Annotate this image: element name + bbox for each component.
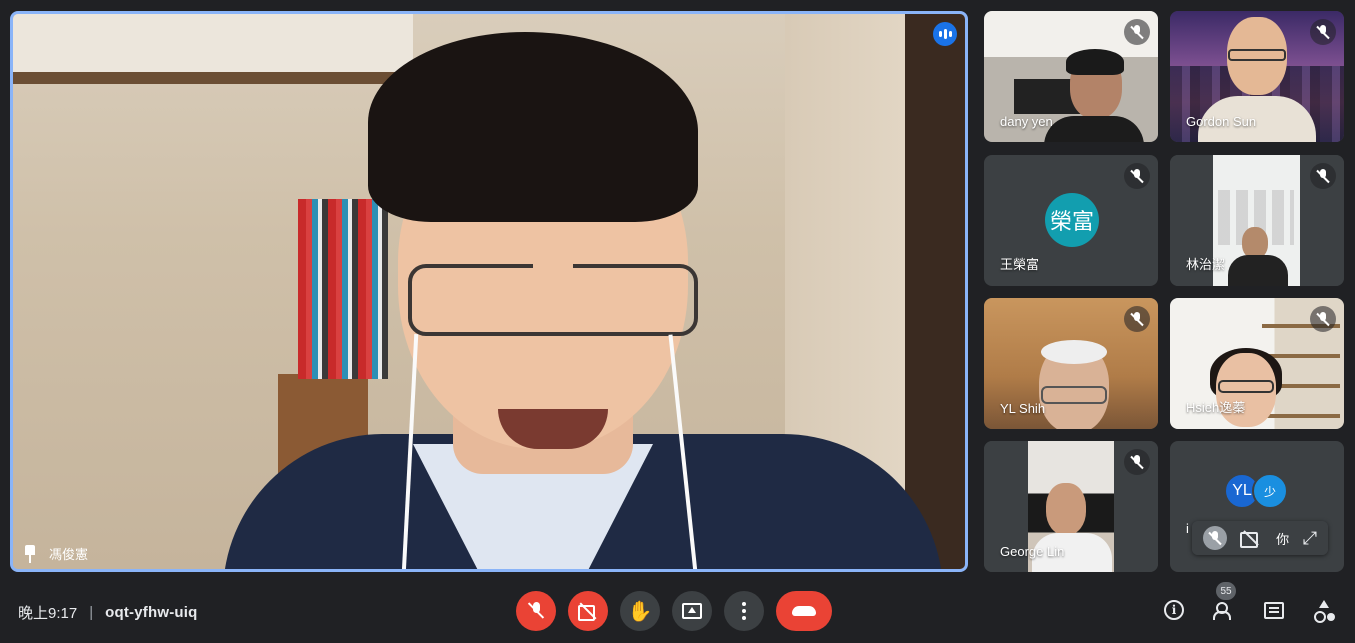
participant-name: 林治潔 — [1186, 257, 1226, 272]
participant-tile[interactable]: Gordon Sun — [1170, 11, 1344, 142]
info-icon: i — [1164, 600, 1184, 620]
participant-tile[interactable]: 林治潔 — [1170, 155, 1344, 286]
participant-tile[interactable]: 榮富 王榮富 — [984, 155, 1158, 286]
participant-name: YL Shih — [1000, 401, 1046, 416]
mic-off-icon — [1310, 19, 1336, 45]
background-door — [905, 14, 965, 569]
chat-icon — [1264, 601, 1284, 619]
raise-hand-button[interactable]: ✋ — [620, 591, 660, 631]
meeting-time: 晚上9:17 — [18, 605, 78, 622]
main-speaker-name-label: 馮俊憲 — [23, 544, 88, 563]
mic-toggle-button[interactable] — [516, 591, 556, 631]
meeting-details-button[interactable]: i — [1160, 596, 1188, 624]
present-button[interactable] — [672, 591, 712, 631]
camera-off-icon — [578, 603, 598, 621]
avatar: 少 — [1252, 473, 1288, 509]
camera-toggle-button[interactable] — [568, 591, 608, 631]
mic-off-icon — [1124, 19, 1150, 45]
participant-name: Gordon Sun — [1186, 114, 1257, 129]
participant-tile[interactable]: dany yen — [984, 11, 1158, 142]
participant-name: Hsieh逸蓁 — [1186, 400, 1246, 415]
hang-up-icon — [792, 606, 816, 616]
others-tile[interactable]: YL 少 i 你 ⤢ — [1170, 441, 1344, 572]
mic-off-icon — [1310, 306, 1336, 332]
mic-off-icon — [1124, 306, 1150, 332]
glasses-bridge — [533, 262, 573, 270]
participant-name: 王榮富 — [1000, 257, 1040, 272]
books — [298, 199, 388, 379]
more-options-icon — [742, 602, 746, 620]
others-avatars: YL 少 — [1224, 473, 1288, 509]
meeting-info: 晚上9:17 | oqt-yfhw-uiq — [18, 602, 197, 623]
side-panel-tools: i 55 — [1160, 582, 1338, 624]
calligraphy-banner — [13, 14, 413, 84]
participant-tile[interactable]: George Lin — [984, 441, 1158, 572]
mic-off-icon — [1124, 449, 1150, 475]
speaker-glasses — [408, 264, 698, 336]
separator: | — [89, 604, 94, 621]
expand-icon[interactable]: ⤢ — [1303, 528, 1317, 549]
hover-label: 你 — [1276, 531, 1290, 547]
call-controls: ✋ — [516, 591, 832, 631]
people-button[interactable]: 55 — [1210, 582, 1238, 624]
raise-hand-icon: ✋ — [627, 600, 653, 623]
activities-icon — [1314, 600, 1334, 623]
chat-button[interactable] — [1260, 596, 1288, 624]
meeting-code[interactable]: oqt-yfhw-uiq — [105, 604, 197, 621]
mic-off-icon — [1310, 163, 1336, 189]
tile-hover-controls: 你 ⤢ — [1192, 521, 1328, 555]
mic-off-icon — [529, 602, 543, 620]
camera-off-icon[interactable] — [1240, 530, 1262, 548]
people-icon — [1213, 602, 1235, 620]
audio-level-icon — [933, 22, 957, 46]
main-speaker-name: 馮俊憲 — [49, 547, 89, 562]
mic-off-icon — [1124, 163, 1150, 189]
pin-icon[interactable] — [23, 544, 37, 563]
people-count-badge: 55 — [1216, 582, 1236, 600]
participant-tile[interactable]: Hsieh逸蓁 — [1170, 298, 1344, 429]
leave-call-button[interactable] — [776, 591, 832, 631]
present-screen-icon — [682, 603, 702, 619]
mic-off-icon[interactable] — [1202, 526, 1227, 550]
participant-name: George Lin — [1000, 544, 1065, 559]
meet-stage: 馮俊憲 dany yen Gordon Sun 榮富 王榮富 林治潔 YL Sh — [0, 0, 1355, 643]
more-options-button[interactable] — [724, 591, 764, 631]
main-speaker-tile[interactable]: 馮俊憲 — [10, 11, 968, 572]
participant-tile[interactable]: YL Shih — [984, 298, 1158, 429]
participant-name: dany yen — [1000, 114, 1053, 129]
activities-button[interactable] — [1310, 596, 1338, 624]
avatar: 榮富 — [1045, 193, 1099, 247]
